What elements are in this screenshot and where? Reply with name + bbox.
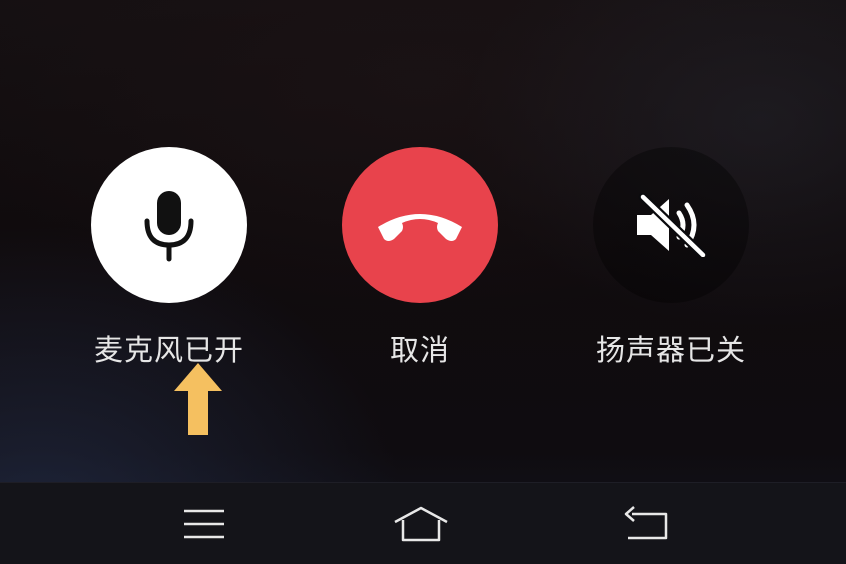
home-button[interactable]	[361, 483, 481, 564]
home-icon	[394, 506, 448, 542]
back-icon	[624, 506, 668, 540]
call-screen: 麦克风已开 取消 扬声器已关	[0, 0, 846, 564]
call-controls: 麦克风已开 取消 扬声器已关	[0, 0, 846, 480]
menu-button[interactable]	[144, 483, 264, 564]
speaker-control: 扬声器已关	[571, 147, 771, 369]
speaker-muted-icon	[637, 193, 708, 257]
cancel-label: 取消	[389, 333, 450, 367]
arrow-up-icon	[174, 363, 222, 435]
speaker-toggle-button[interactable]	[593, 147, 749, 303]
speaker-label: 扬声器已关	[595, 333, 746, 367]
hang-up-icon	[378, 214, 462, 241]
navigation-bar	[0, 482, 846, 564]
microphone-control: 麦克风已开	[69, 147, 269, 369]
cancel-call-button[interactable]	[342, 147, 498, 303]
microphone-toggle-button[interactable]	[91, 147, 247, 303]
menu-icon	[184, 509, 224, 539]
back-button[interactable]	[587, 483, 707, 564]
cancel-control: 取消	[320, 147, 520, 369]
microphone-icon	[144, 191, 194, 262]
